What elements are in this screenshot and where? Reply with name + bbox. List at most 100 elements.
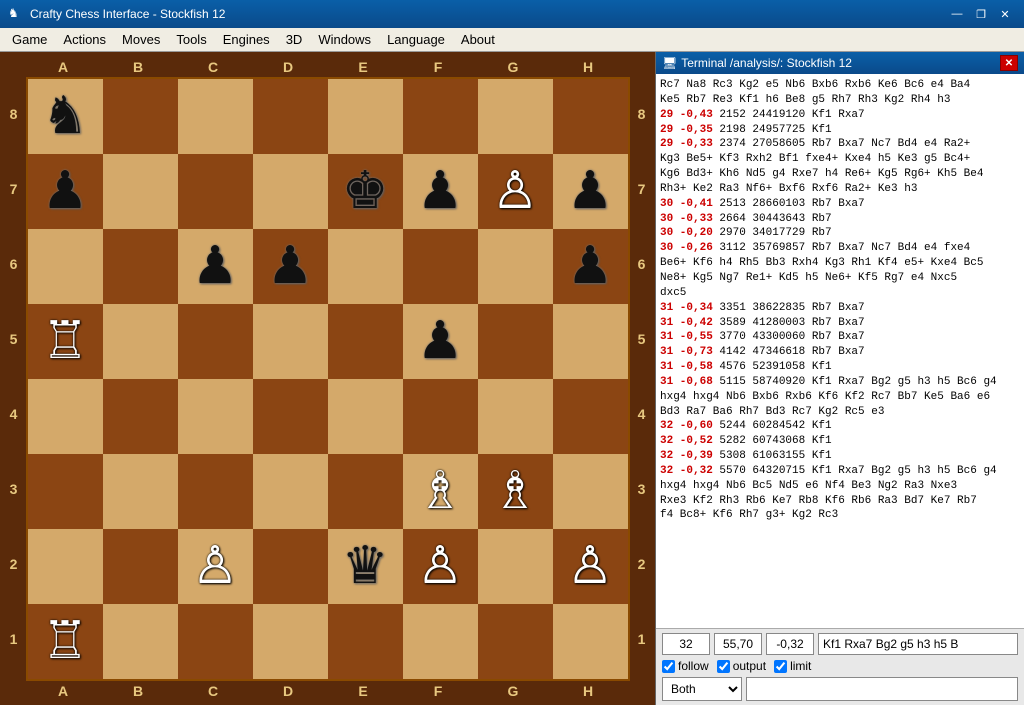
cell-a8[interactable]: ♞	[28, 79, 103, 154]
score-input[interactable]	[714, 633, 762, 655]
restore-button[interactable]: ❐	[970, 5, 992, 23]
output-checkbox-label[interactable]: output	[717, 659, 766, 673]
cell-e4[interactable]	[328, 379, 403, 454]
cell-d4[interactable]	[253, 379, 328, 454]
cell-d2[interactable]	[253, 529, 328, 604]
cell-d3[interactable]	[253, 454, 328, 529]
cell-g4[interactable]	[478, 379, 553, 454]
menu-item-engines[interactable]: Engines	[215, 30, 278, 49]
menu-item-actions[interactable]: Actions	[55, 30, 114, 49]
output-label: output	[733, 659, 766, 673]
cell-h1[interactable]	[553, 604, 628, 679]
cell-a7[interactable]: ♟	[28, 154, 103, 229]
cell-a2[interactable]	[28, 529, 103, 604]
cell-b1[interactable]	[103, 604, 178, 679]
menu-item-windows[interactable]: Windows	[310, 30, 379, 49]
cell-e6[interactable]	[328, 229, 403, 304]
cell-h6[interactable]: ♟	[553, 229, 628, 304]
piece-h2: ♙	[567, 540, 614, 592]
cell-f4[interactable]	[403, 379, 478, 454]
cell-b5[interactable]	[103, 304, 178, 379]
cell-b4[interactable]	[103, 379, 178, 454]
cell-c8[interactable]	[178, 79, 253, 154]
cell-e3[interactable]	[328, 454, 403, 529]
limit-checkbox-label[interactable]: limit	[774, 659, 811, 673]
cell-f6[interactable]	[403, 229, 478, 304]
cell-h5[interactable]	[553, 304, 628, 379]
follow-checkbox-label[interactable]: follow	[662, 659, 709, 673]
terminal-line: 31 -0,68 5115 58740920 Kf1 Rxa7 Bg2 g5 h…	[660, 375, 1020, 390]
cell-b2[interactable]	[103, 529, 178, 604]
cell-h8[interactable]	[553, 79, 628, 154]
cell-f8[interactable]	[403, 79, 478, 154]
cell-g5[interactable]	[478, 304, 553, 379]
board-container: ABCDEFGH 87654321 ♞♟♚♟♙♟♟♟♟♖♟♗♗♙♛♙♙♖ 876…	[4, 59, 652, 699]
cell-c6[interactable]: ♟	[178, 229, 253, 304]
menu-item-about[interactable]: About	[453, 30, 503, 49]
eval-input[interactable]	[766, 633, 814, 655]
cell-a1[interactable]: ♖	[28, 604, 103, 679]
cell-b8[interactable]	[103, 79, 178, 154]
cell-c3[interactable]	[178, 454, 253, 529]
cell-f1[interactable]	[403, 604, 478, 679]
close-window-button[interactable]: ✕	[994, 5, 1016, 23]
cell-c4[interactable]	[178, 379, 253, 454]
cell-h3[interactable]	[553, 454, 628, 529]
cell-h7[interactable]: ♟	[553, 154, 628, 229]
limit-checkbox[interactable]	[774, 660, 787, 673]
cell-e5[interactable]	[328, 304, 403, 379]
cell-g2[interactable]	[478, 529, 553, 604]
cell-f5[interactable]: ♟	[403, 304, 478, 379]
terminal-output[interactable]: Rc7 Na8 Rc3 Kg2 e5 Nb6 Bxb6 Rxb6 Ke6 Bc6…	[656, 74, 1024, 628]
cell-g6[interactable]	[478, 229, 553, 304]
cell-a3[interactable]	[28, 454, 103, 529]
cell-a6[interactable]	[28, 229, 103, 304]
terminal-line: hxg4 hxg4 Nb6 Bxb6 Rxb6 Kf6 Kf2 Rc7 Bb7 …	[660, 390, 1020, 405]
terminal-line: Rxe3 Kf2 Rh3 Rb6 Ke7 Rb8 Kf6 Rb6 Ra3 Bd7…	[660, 494, 1020, 509]
cell-a4[interactable]	[28, 379, 103, 454]
cell-d6[interactable]: ♟	[253, 229, 328, 304]
menu-item-tools[interactable]: Tools	[168, 30, 214, 49]
cell-f2[interactable]: ♙	[403, 529, 478, 604]
cell-g1[interactable]	[478, 604, 553, 679]
minimize-button[interactable]: —	[946, 5, 968, 23]
terminal-close-button[interactable]: ✕	[1000, 55, 1018, 71]
cell-g7[interactable]: ♙	[478, 154, 553, 229]
menu-item-game[interactable]: Game	[4, 30, 55, 49]
row-labels-left: 87654321	[4, 77, 24, 681]
cell-f3[interactable]: ♗	[403, 454, 478, 529]
cell-b3[interactable]	[103, 454, 178, 529]
cell-h2[interactable]: ♙	[553, 529, 628, 604]
piece-f2: ♙	[417, 540, 464, 592]
follow-checkbox[interactable]	[662, 660, 675, 673]
cell-e1[interactable]	[328, 604, 403, 679]
cell-c1[interactable]	[178, 604, 253, 679]
cell-c7[interactable]	[178, 154, 253, 229]
move-input[interactable]	[818, 633, 1018, 655]
cell-d1[interactable]	[253, 604, 328, 679]
cell-a5[interactable]: ♖	[28, 304, 103, 379]
cell-d5[interactable]	[253, 304, 328, 379]
cell-d8[interactable]	[253, 79, 328, 154]
terminal-line: 32 -0,39 5308 61063155 Kf1	[660, 449, 1020, 464]
terminal-line: 29 -0,33 2374 27058605 Rb7 Bxa7 Nc7 Bd4 …	[660, 137, 1020, 152]
cell-e7[interactable]: ♚	[328, 154, 403, 229]
extra-input[interactable]	[746, 677, 1018, 701]
output-checkbox[interactable]	[717, 660, 730, 673]
cell-e8[interactable]	[328, 79, 403, 154]
cell-g3[interactable]: ♗	[478, 454, 553, 529]
menu-item-moves[interactable]: Moves	[114, 30, 168, 49]
cell-g8[interactable]	[478, 79, 553, 154]
menu-item-3d[interactable]: 3D	[278, 30, 311, 49]
cell-b7[interactable]	[103, 154, 178, 229]
side-select[interactable]: BothWhiteBlackNone	[662, 677, 742, 701]
cell-c2[interactable]: ♙	[178, 529, 253, 604]
menu-item-language[interactable]: Language	[379, 30, 453, 49]
cell-e2[interactable]: ♛	[328, 529, 403, 604]
cell-f7[interactable]: ♟	[403, 154, 478, 229]
depth-input[interactable]	[662, 633, 710, 655]
cell-c5[interactable]	[178, 304, 253, 379]
cell-h4[interactable]	[553, 379, 628, 454]
cell-d7[interactable]	[253, 154, 328, 229]
cell-b6[interactable]	[103, 229, 178, 304]
